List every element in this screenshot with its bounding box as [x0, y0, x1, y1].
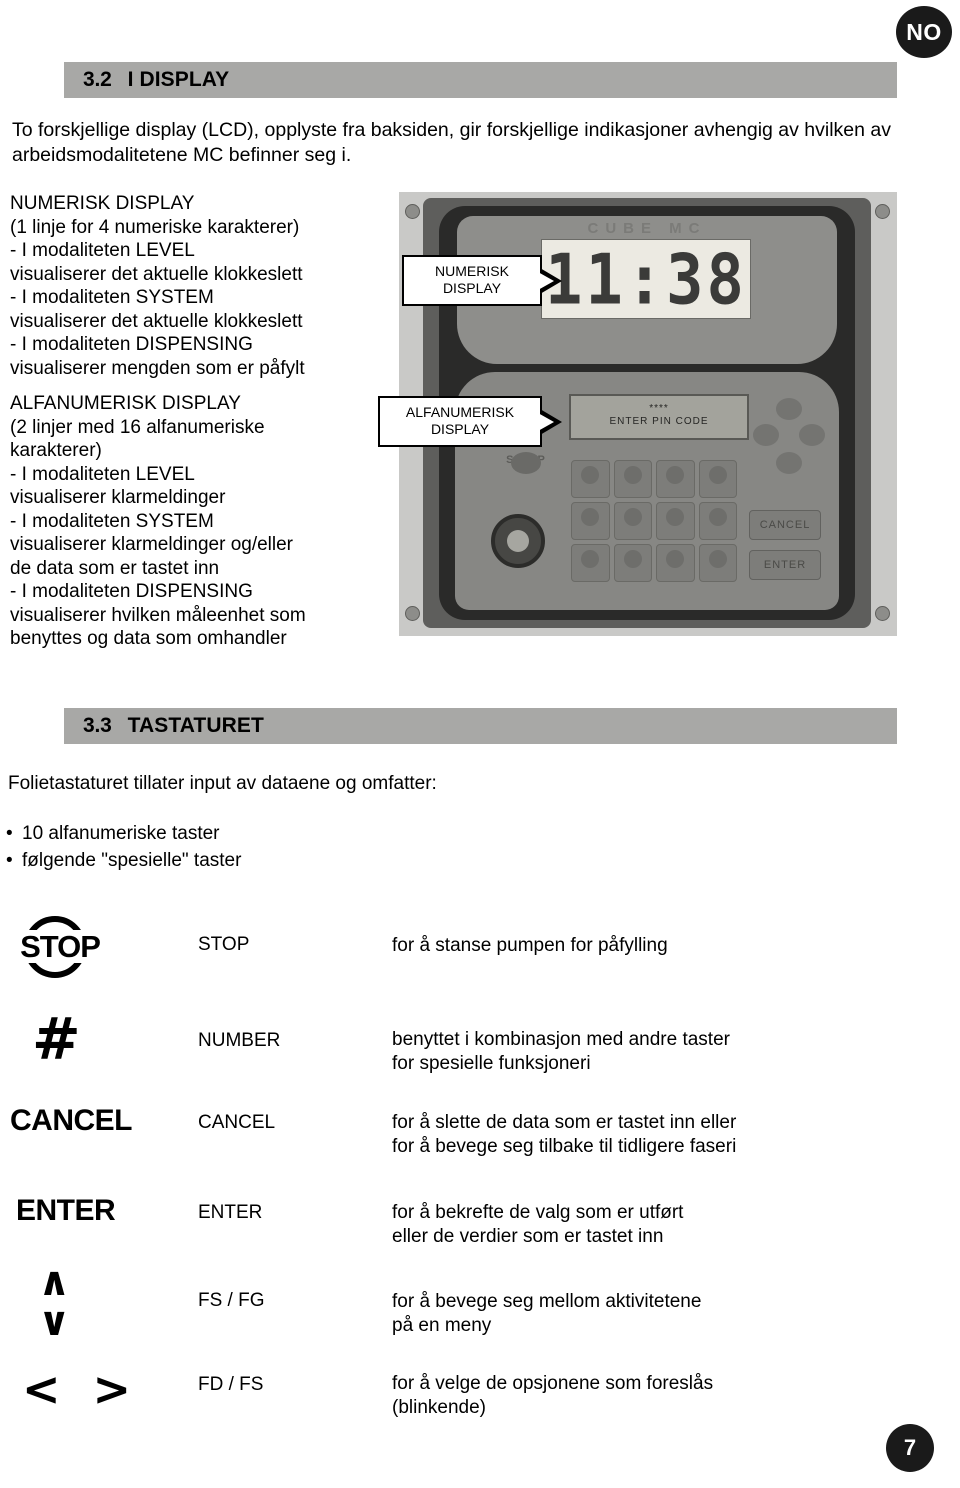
- section-header-keypad: 3.3 TASTATURET: [64, 708, 897, 744]
- panel-direction-pad[interactable]: [751, 398, 827, 490]
- left-right-glyph-text: < >: [22, 1362, 140, 1416]
- section-number: 3.2: [83, 68, 112, 91]
- dpad-up-icon[interactable]: [776, 398, 802, 420]
- left-right-arrows-icon: < >: [10, 1366, 160, 1412]
- panel-keypad[interactable]: [571, 460, 737, 582]
- key-name: FD / FS: [198, 1374, 264, 1395]
- section-title: TASTATURET: [127, 714, 264, 737]
- screw-icon: [405, 204, 420, 219]
- list-item: 10 alfanumeriske taster: [22, 820, 241, 847]
- keypad-key[interactable]: [571, 460, 610, 498]
- key-description: for å velge de opsjonene som foreslås (b…: [392, 1373, 714, 1418]
- panel-side-keys: CANCEL ENTER: [749, 510, 827, 584]
- section-number: 3.3: [83, 714, 112, 737]
- stop-sign-icon: STOP: [10, 916, 160, 978]
- panel-enter-key[interactable]: ENTER: [749, 550, 821, 580]
- dpad-left-icon[interactable]: [753, 424, 779, 446]
- numeric-lcd: 11:38: [541, 238, 751, 320]
- cancel-word-icon: CANCEL: [10, 1104, 133, 1137]
- keypad-key[interactable]: [698, 460, 737, 498]
- key-description: for å stanse pumpen for påfylling: [392, 935, 668, 956]
- numeric-lcd-value: 11:38: [545, 238, 747, 320]
- callout-numeric-display: NUMERISK DISPLAY: [402, 255, 562, 306]
- panel-cancel-key[interactable]: CANCEL: [749, 510, 821, 540]
- keypad-key[interactable]: [571, 544, 610, 582]
- language-badge: NO: [896, 6, 952, 58]
- alfanumeric-lcd-line2: ENTER PIN CODE: [609, 416, 709, 427]
- keypad-bullet-list: 10 alfanumeriske taster følgende "spesie…: [22, 820, 241, 874]
- keypad-key[interactable]: [656, 460, 695, 498]
- enter-word-icon: ENTER: [16, 1194, 116, 1227]
- section-title: I DISPLAY: [127, 68, 230, 91]
- list-item: følgende "spesielle" taster: [22, 847, 241, 874]
- numeric-display-description: NUMERISK DISPLAY (1 linje for 4 numerisk…: [10, 193, 305, 379]
- key-name: STOP: [198, 934, 250, 955]
- key-description: for å bekrefte de valg som er utført ell…: [392, 1202, 684, 1247]
- hash-glyph-text: #: [32, 1005, 81, 1073]
- screw-icon: [875, 606, 890, 621]
- dpad-down-icon[interactable]: [776, 452, 802, 474]
- keypad-key[interactable]: [698, 502, 737, 540]
- key-name: FS / FG: [198, 1290, 265, 1311]
- screw-icon: [405, 606, 420, 621]
- up-down-glyph-text: ∧ ∨: [38, 1259, 71, 1345]
- callout-pointer-icon: [538, 408, 562, 435]
- display-intro-paragraph: To forskjellige display (LCD), opplyste …: [12, 119, 892, 166]
- keypad-key[interactable]: [613, 544, 652, 582]
- keypad-key[interactable]: [613, 460, 652, 498]
- stop-glyph-text: STOP: [10, 930, 110, 963]
- callout-alfanumeric-display: ALFANUMERISK DISPLAY: [378, 396, 562, 447]
- panel-emergency-button[interactable]: [491, 514, 545, 568]
- hash-icon: #: [10, 1010, 160, 1068]
- panel-stop-knob[interactable]: [511, 452, 541, 474]
- alfanumeric-lcd-line1: ****: [649, 403, 669, 414]
- dpad-right-icon[interactable]: [799, 424, 825, 446]
- key-name: ENTER: [198, 1202, 263, 1223]
- alfanumeric-lcd: **** ENTER PIN CODE: [569, 394, 749, 440]
- page-number-badge: 7: [886, 1424, 934, 1472]
- alfanumeric-display-description: ALFANUMERISK DISPLAY (2 linjer med 16 al…: [10, 393, 306, 649]
- screw-icon: [875, 204, 890, 219]
- keypad-key[interactable]: [571, 502, 610, 540]
- key-description: for å slette de data som er tastet inn e…: [392, 1112, 737, 1157]
- key-name: CANCEL: [198, 1112, 276, 1133]
- key-description: for å bevege seg mellom aktivitetene på …: [392, 1291, 702, 1336]
- key-description: benyttet i kombinasjon med andre taster …: [392, 1029, 730, 1074]
- callout-numeric-label: NUMERISK DISPLAY: [435, 263, 509, 296]
- keypad-key[interactable]: [698, 544, 737, 582]
- key-name: NUMBER: [198, 1030, 281, 1051]
- keypad-key[interactable]: [656, 502, 695, 540]
- up-down-arrows-icon: ∧ ∨: [10, 1262, 160, 1342]
- keypad-key[interactable]: [656, 544, 695, 582]
- panel-emergency-button-center: [507, 530, 529, 552]
- callout-alfanumeric-label: ALFANUMERISK DISPLAY: [405, 404, 515, 437]
- brand-label: CUBE MC: [587, 220, 707, 237]
- keypad-key[interactable]: [613, 502, 652, 540]
- callout-pointer-icon: [538, 267, 562, 294]
- keypad-intro-paragraph: Folietastaturet tillater input av dataen…: [8, 773, 437, 794]
- section-header-display: 3.2 I DISPLAY: [64, 62, 897, 98]
